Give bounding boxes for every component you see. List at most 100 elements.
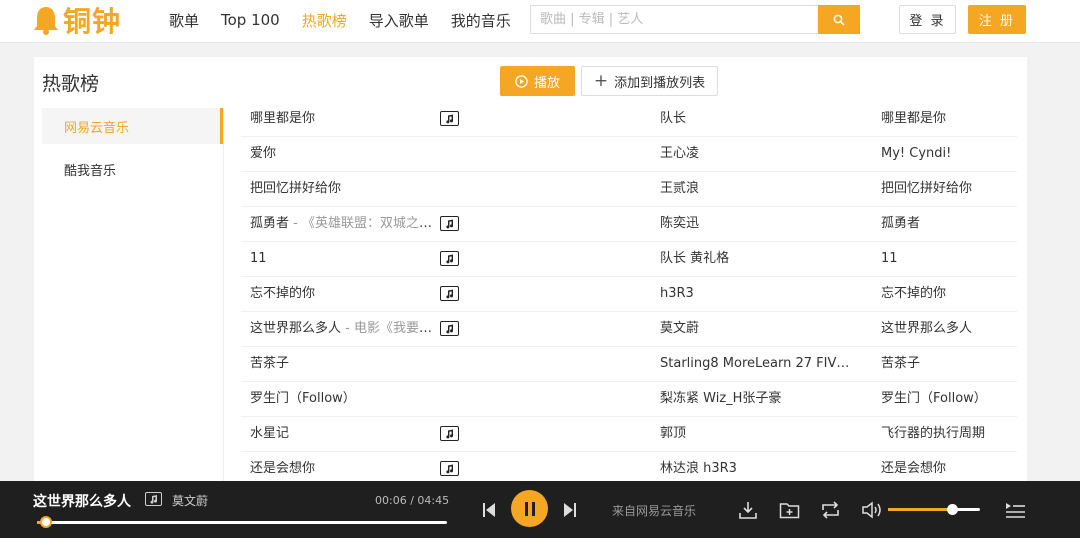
song-album[interactable]: 11	[881, 242, 1011, 276]
song-row[interactable]: 爱你 王心凌 My! Cyndi!	[241, 137, 1017, 172]
mv-icon[interactable]	[440, 321, 459, 336]
logo[interactable]: 铜钟	[33, 2, 121, 38]
progress-bar[interactable]	[37, 516, 447, 528]
now-playing-title[interactable]: 这世界那么多人	[33, 491, 131, 511]
folder-add-icon	[779, 503, 799, 519]
music-note-icon	[446, 114, 454, 123]
mv-icon[interactable]	[440, 111, 459, 126]
add-to-playlist-button[interactable]: + 添加到播放列表	[581, 66, 718, 96]
song-title-cell[interactable]: 还是会想你	[250, 452, 440, 481]
register-button[interactable]: 注 册	[968, 5, 1026, 34]
song-artist[interactable]: 梨冻紧 Wiz_H张子豪	[660, 382, 855, 416]
pause-icon	[524, 501, 535, 516]
song-artist[interactable]: 王心凌	[660, 137, 855, 171]
song-album[interactable]: 孤勇者	[881, 207, 1011, 241]
song-album[interactable]: 忘不掉的你	[881, 277, 1011, 311]
song-row[interactable]: 11 队长 黄礼格 11	[241, 242, 1017, 277]
song-artist[interactable]: 林达浪 h3R3	[660, 452, 855, 481]
playlist-button[interactable]	[1003, 499, 1027, 521]
song-title: 罗生门（Follow）	[250, 391, 356, 406]
song-album[interactable]: 还是会想你	[881, 452, 1011, 481]
song-row[interactable]: 哪里都是你 队长 哪里都是你	[241, 102, 1017, 137]
music-note-icon	[446, 464, 454, 473]
next-button[interactable]	[561, 501, 579, 519]
song-artist[interactable]: 队长 黄礼格	[660, 242, 855, 276]
pause-button[interactable]	[511, 490, 548, 527]
mv-icon[interactable]	[440, 251, 459, 266]
previous-button[interactable]	[480, 501, 498, 519]
song-row[interactable]: 苦茶子 Starling8 MoreLearn 27 FIVESTAR 苦茶子	[241, 347, 1017, 382]
song-row[interactable]: 忘不掉的你 h3R3 忘不掉的你	[241, 277, 1017, 312]
song-row[interactable]: 把回忆拼好给你 王贰浪 把回忆拼好给你	[241, 172, 1017, 207]
nav-item-2[interactable]: 热歌榜	[302, 10, 347, 31]
song-title-cell[interactable]: 11	[250, 242, 440, 276]
song-row[interactable]: 这世界那么多人 - 电影《我要我们在一起》主题曲 莫文蔚这世界那么多人	[241, 312, 1017, 347]
top-header: 铜钟 歌单 Top 100 热歌榜 导入歌单 我的音乐 登 录 注 册	[0, 0, 1080, 43]
volume-handle[interactable]	[947, 504, 959, 515]
add-to-folder-button[interactable]	[778, 499, 800, 521]
mv-icon[interactable]	[145, 492, 162, 506]
song-title-cell[interactable]: 孤勇者 - 《英雄联盟：双城之战》动画剧集中文主题曲	[250, 207, 440, 241]
search-input[interactable]	[530, 5, 818, 34]
skip-forward-icon	[564, 503, 576, 517]
song-title-cell[interactable]: 忘不掉的你	[250, 277, 440, 311]
mv-icon[interactable]	[440, 461, 459, 476]
song-title-cell[interactable]: 苦茶子	[250, 347, 440, 381]
song-title-cell[interactable]: 爱你	[250, 137, 440, 171]
playlist-icon	[1006, 503, 1025, 518]
mv-icon[interactable]	[440, 216, 459, 231]
song-album[interactable]: My! Cyndi!	[881, 137, 1011, 171]
nav-item-3[interactable]: 导入歌单	[369, 10, 429, 31]
nav-item-1[interactable]: Top 100	[221, 11, 280, 29]
song-title-cell[interactable]: 罗生门（Follow）	[250, 382, 440, 416]
source-item-1[interactable]: 酷我音乐	[42, 151, 223, 187]
song-album[interactable]: 这世界那么多人	[881, 312, 1011, 346]
song-row[interactable]: 罗生门（Follow） 梨冻紧 Wiz_H张子豪 罗生门（Follow）	[241, 382, 1017, 417]
song-title: 忘不掉的你	[250, 286, 316, 301]
song-artist[interactable]: 莫文蔚	[660, 312, 855, 346]
song-album[interactable]: 飞行器的执行周期	[881, 417, 1011, 451]
page-title: 热歌榜	[42, 73, 100, 95]
song-title-cell[interactable]: 水星记	[250, 417, 440, 451]
song-album[interactable]: 苦茶子	[881, 347, 1011, 381]
song-artist[interactable]: 队长	[660, 102, 855, 136]
progress-handle[interactable]	[39, 516, 52, 528]
volume-button[interactable]	[860, 499, 884, 521]
mv-icon[interactable]	[440, 426, 459, 441]
song-artist[interactable]: 王贰浪	[660, 172, 855, 206]
repeat-icon	[821, 501, 839, 519]
song-artist[interactable]: h3R3	[660, 277, 855, 311]
song-title: 水星记	[250, 426, 290, 441]
nav-item-0[interactable]: 歌单	[169, 10, 199, 31]
song-artist[interactable]: 郭顶	[660, 417, 855, 451]
song-album[interactable]: 罗生门（Follow）	[881, 382, 1011, 416]
song-title: 11	[250, 251, 267, 266]
now-playing-artist[interactable]: 莫文蔚	[172, 492, 208, 509]
source-item-0[interactable]: 网易云音乐	[42, 108, 223, 144]
song-row[interactable]: 还是会想你 林达浪 h3R3 还是会想你	[241, 452, 1017, 481]
song-artist[interactable]: Starling8 MoreLearn 27 FIVESTAR	[660, 347, 855, 381]
playback-time: 00:06 / 04:45	[375, 494, 450, 507]
song-row[interactable]: 水星记 郭顶 飞行器的执行周期	[241, 417, 1017, 452]
song-title-cell[interactable]: 这世界那么多人 - 电影《我要我们在一起》主题曲	[250, 312, 440, 346]
volume-slider[interactable]	[888, 504, 980, 515]
music-note-icon	[150, 494, 158, 504]
search-bar	[530, 5, 860, 34]
song-title-cell[interactable]: 哪里都是你	[250, 102, 440, 136]
song-album[interactable]: 哪里都是你	[881, 102, 1011, 136]
add-to-playlist-label: 添加到播放列表	[614, 75, 706, 91]
song-artist[interactable]: 陈奕迅	[660, 207, 855, 241]
login-button[interactable]: 登 录	[899, 5, 956, 34]
play-all-button[interactable]: 播放	[500, 66, 575, 96]
song-album[interactable]: 把回忆拼好给你	[881, 172, 1011, 206]
repeat-button[interactable]	[819, 499, 841, 521]
search-button[interactable]	[818, 5, 860, 34]
mv-icon[interactable]	[440, 286, 459, 301]
bell-icon	[34, 7, 58, 35]
nav-item-4[interactable]: 我的音乐	[451, 10, 511, 31]
song-row[interactable]: 孤勇者 - 《英雄联盟：双城之战》动画剧集中文主题曲陈奕迅孤勇者	[241, 207, 1017, 242]
song-title: 孤勇者	[250, 216, 290, 231]
download-button[interactable]	[737, 499, 759, 521]
song-title-cell[interactable]: 把回忆拼好给你	[250, 172, 440, 206]
plus-icon: +	[593, 70, 609, 91]
